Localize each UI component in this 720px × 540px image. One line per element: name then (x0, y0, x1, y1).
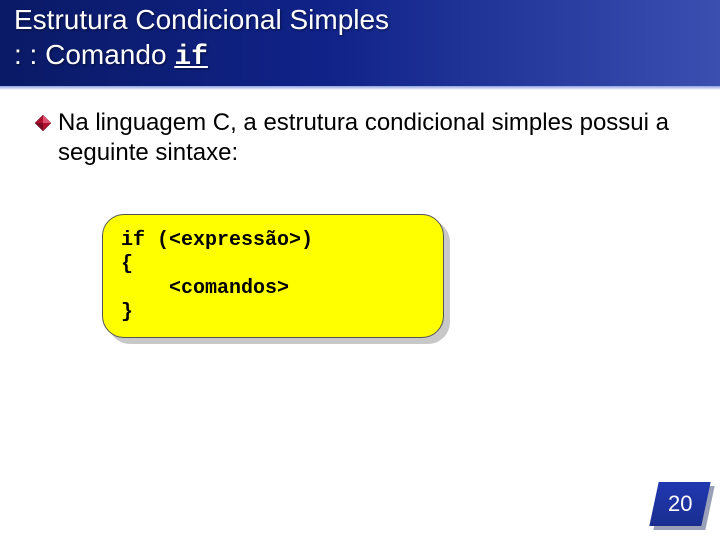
code-line-4: } (121, 301, 133, 324)
slide-title: Estrutura Condicional Simples : : Comand… (14, 2, 389, 75)
page-number-badge: 20 (649, 482, 710, 526)
slide-body: Na linguagem C, a estrutura condicional … (34, 108, 692, 168)
title-divider (0, 86, 720, 90)
title-keyword-if: if (174, 42, 208, 73)
code-box: if (<expressão>) { <comandos> } (102, 214, 444, 338)
title-line-2: : : Comando if (14, 37, 389, 75)
code-line-3: <comandos> (121, 277, 289, 300)
title-line-2-prefix: : : Comando (14, 39, 174, 70)
code-line-1: if (<expressão>) (121, 229, 313, 252)
page-number: 20 (668, 491, 692, 517)
code-line-2: { (121, 253, 133, 276)
bullet-text: Na linguagem C, a estrutura condicional … (58, 108, 692, 168)
title-line-1: Estrutura Condicional Simples (14, 2, 389, 37)
bullet-item: Na linguagem C, a estrutura condicional … (34, 108, 692, 168)
bullet-highlight: condicional simples (365, 109, 573, 136)
bullet-prefix: Na linguagem C, a estrutura (58, 109, 365, 136)
diamond-icon (34, 114, 52, 137)
slide: Estrutura Condicional Simples : : Comand… (0, 0, 720, 540)
